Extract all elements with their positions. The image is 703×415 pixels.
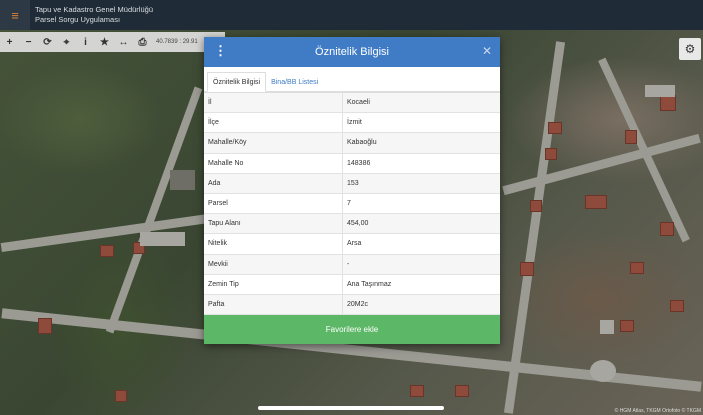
- row-key: Pafta: [204, 294, 343, 315]
- table-row: Mevkii -: [204, 254, 500, 275]
- info-button[interactable]: i: [76, 32, 95, 52]
- row-key: Tapu Alanı: [204, 214, 343, 234]
- locate-button[interactable]: ⌖: [57, 32, 76, 52]
- row-key: Mevkii: [204, 254, 343, 274]
- coordinate-readout: 40.7839 : 29.91: [156, 39, 198, 45]
- table-row: İlçe İzmit: [204, 113, 500, 134]
- dialog-header: ⋮ Öznitelik Bilgisi ✕: [204, 37, 500, 67]
- zoom-in-button[interactable]: +: [0, 32, 19, 52]
- row-value: İzmit: [347, 119, 362, 127]
- row-value: 153: [347, 179, 359, 187]
- table-row: Parsel 7: [204, 193, 500, 215]
- hamburger-icon: ≡: [11, 7, 19, 23]
- close-icon[interactable]: ✕: [482, 44, 492, 58]
- table-row: Pafta 20M2c: [204, 294, 500, 316]
- locate-icon: ⌖: [63, 36, 70, 48]
- print-button[interactable]: ⎙: [133, 32, 152, 52]
- row-value: Kabaoğlu: [347, 139, 377, 147]
- map-attribution: © HGM Atlas, TKGM Ortofoto © TKGM: [614, 408, 701, 414]
- table-row: Nitelik Arsa: [204, 234, 500, 255]
- info-icon: i: [84, 36, 87, 48]
- dialog-title: Öznitelik Bilgisi: [315, 46, 389, 58]
- favorite-button[interactable]: ★: [95, 32, 114, 52]
- app-title-line2: Parsel Sorgu Uygulaması: [35, 15, 121, 24]
- row-key: İl: [204, 93, 343, 113]
- refresh-button[interactable]: ⟳: [38, 32, 57, 52]
- home-indicator[interactable]: [258, 406, 444, 410]
- table-row: Mahalle/Köy Kabaoğlu: [204, 133, 500, 154]
- dialog-tabs: Öznitelik Bilgisi Bina/BB Listesi: [204, 67, 500, 92]
- table-row: Tapu Alanı 454,00: [204, 214, 500, 235]
- app-title: Tapu ve Kadastro Genel Müdürlüğü Parsel …: [35, 5, 153, 25]
- row-key: Zemin Tip: [204, 274, 343, 294]
- table-row: İl Kocaeli: [204, 93, 500, 114]
- row-value: Arsa: [347, 240, 362, 248]
- row-key: Ada: [204, 173, 343, 193]
- table-row: Mahalle No 148386: [204, 153, 500, 174]
- measure-button[interactable]: ↔: [114, 32, 133, 52]
- row-value: 148386: [347, 159, 371, 167]
- app-header: ≡ Tapu ve Kadastro Genel Müdürlüğü Parse…: [0, 0, 703, 30]
- attribute-table: İl Kocaeli İlçe İzmit Mahalle/Köy Kabaoğlu …: [204, 92, 500, 316]
- gear-icon: ⚙: [684, 42, 696, 56]
- row-value: -: [347, 260, 350, 268]
- print-icon: ⎙: [138, 36, 147, 48]
- tab-attribute-info[interactable]: Öznitelik Bilgisi: [207, 72, 267, 92]
- zoom-out-button[interactable]: −: [19, 32, 38, 52]
- row-key: Mahalle/Köy: [204, 133, 343, 153]
- row-key: Parsel: [204, 193, 343, 214]
- settings-button[interactable]: ⚙: [679, 38, 701, 60]
- hamburger-menu-button[interactable]: ≡: [0, 0, 30, 30]
- zoom-in-icon: +: [6, 36, 13, 48]
- star-icon: ★: [100, 36, 109, 48]
- table-row: Zemin Tip Ana Taşınmaz: [204, 274, 500, 295]
- more-options-icon[interactable]: ⋮: [214, 44, 227, 58]
- row-value: 454,00: [347, 220, 369, 228]
- row-key: Mahalle No: [204, 153, 343, 173]
- add-to-favorites-button[interactable]: Favorilere ekle: [204, 315, 500, 344]
- row-value: 7: [347, 200, 351, 208]
- tab-building-list[interactable]: Bina/BB Listesi: [266, 73, 323, 91]
- refresh-icon: ⟳: [43, 36, 52, 48]
- row-value: Kocaeli: [347, 99, 370, 107]
- table-row: Ada 153: [204, 173, 500, 194]
- row-value: Ana Taşınmaz: [347, 280, 392, 288]
- app-title-line1: Tapu ve Kadastro Genel Müdürlüğü: [35, 5, 153, 14]
- row-key: İlçe: [204, 113, 343, 133]
- zoom-out-icon: −: [25, 36, 32, 48]
- row-value: 20M2c: [347, 300, 369, 308]
- attribute-info-dialog: ⋮ Öznitelik Bilgisi ✕ Öznitelik Bilgisi …: [204, 37, 500, 344]
- map-toolbar: + − ⟳ ⌖ i ★ ↔ ⎙ 40.7839 : 29.91: [0, 32, 225, 52]
- measure-icon: ↔: [118, 36, 129, 48]
- row-key: Nitelik: [204, 234, 343, 254]
